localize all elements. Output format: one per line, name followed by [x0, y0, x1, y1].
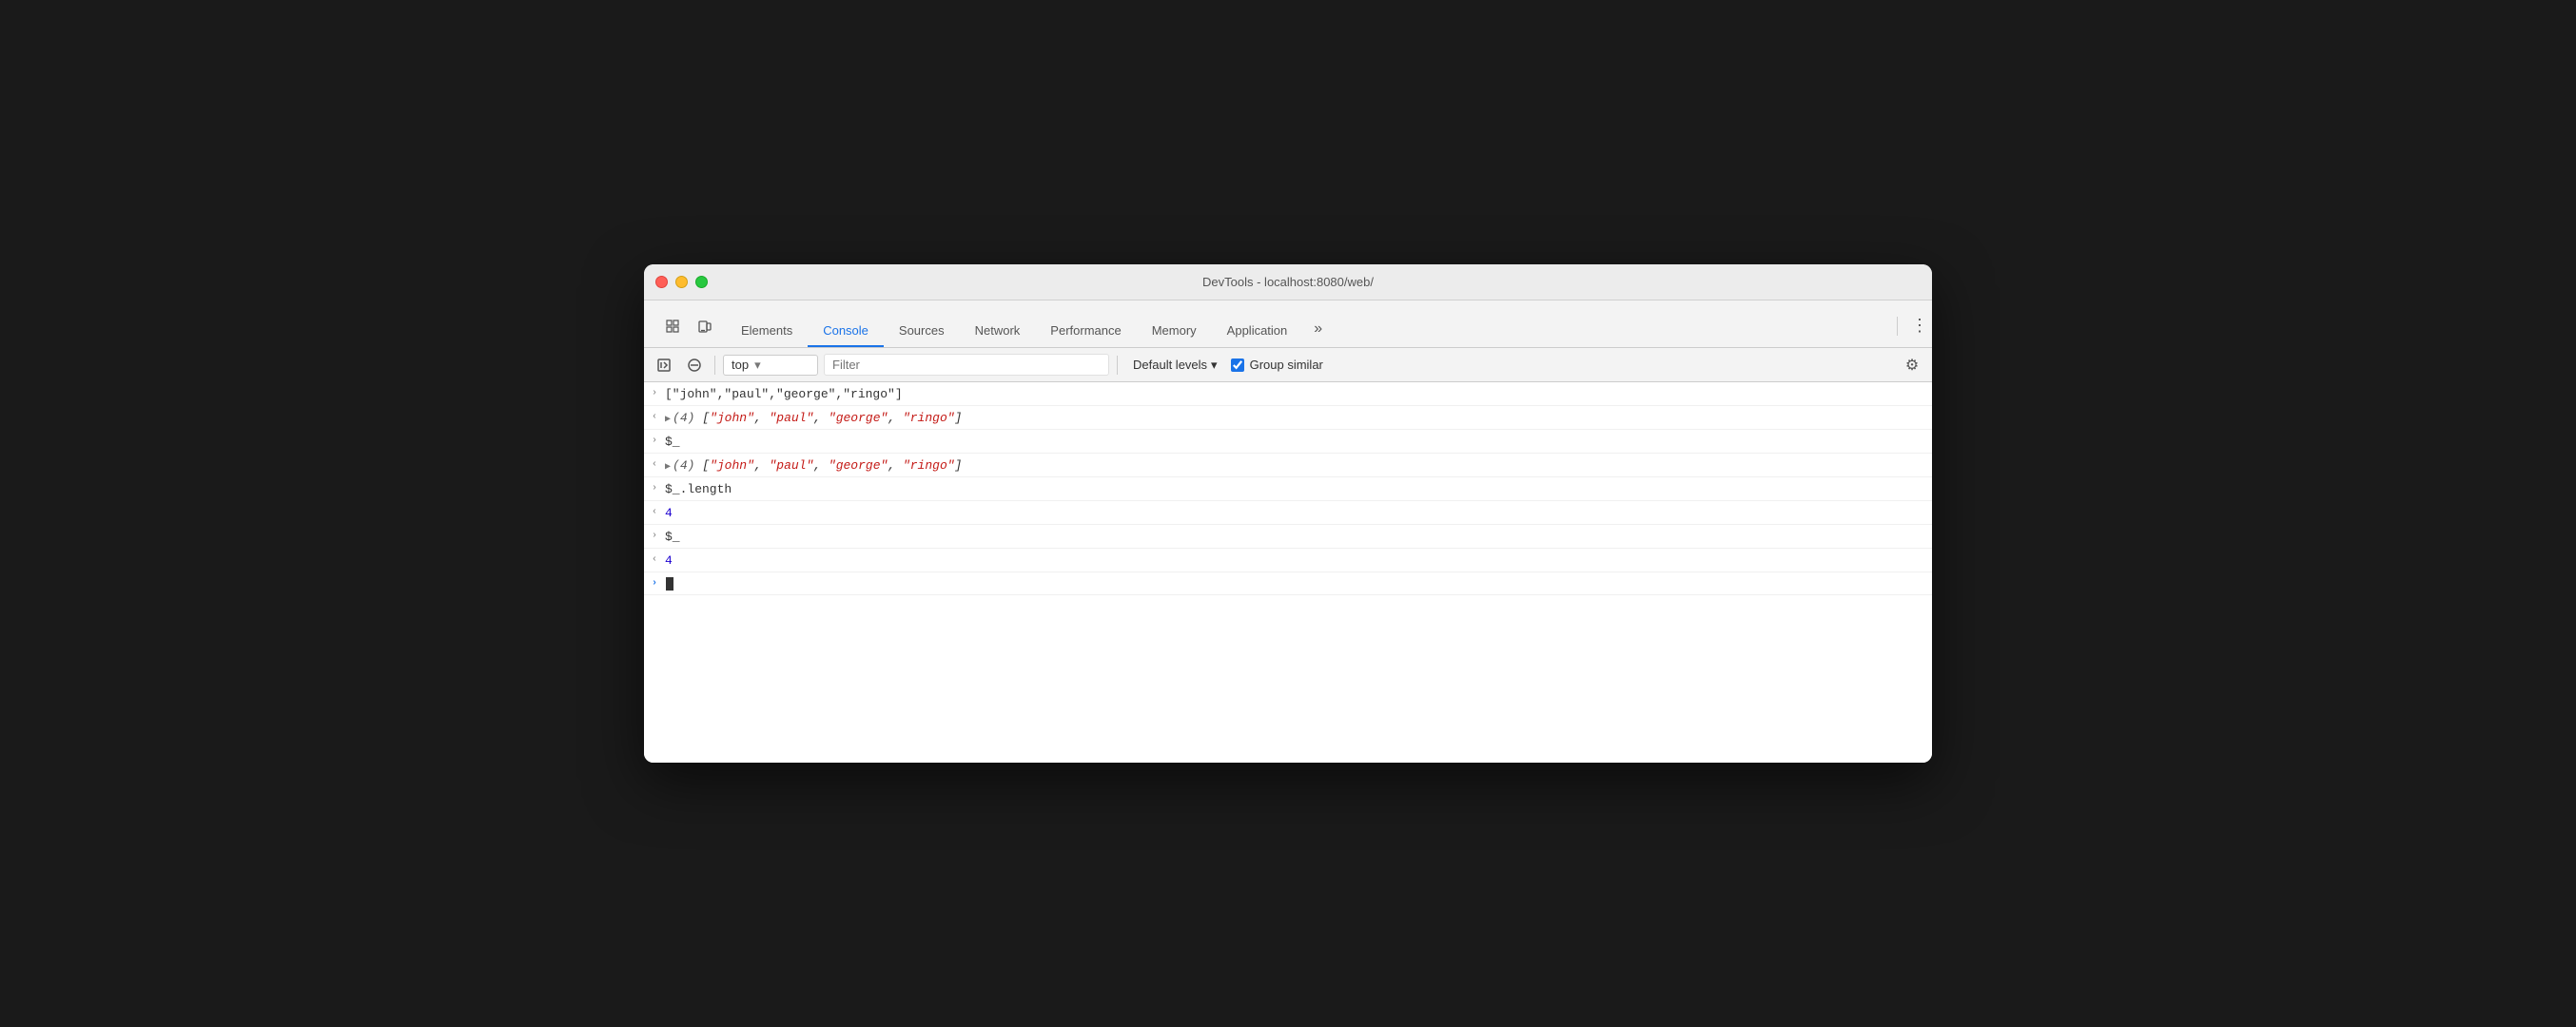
clear-button[interactable] — [682, 353, 707, 378]
array-item: "george" — [829, 411, 888, 425]
levels-label: Default levels — [1133, 358, 1207, 372]
output-arrow: ‹ — [644, 505, 665, 517]
console-row: › ["john","paul","george","ringo"] — [644, 382, 1932, 406]
console-row: ‹ ▶ (4) [ "john" , "paul" , "george" , "… — [644, 454, 1932, 477]
prompt-content — [665, 576, 1924, 591]
tab-performance[interactable]: Performance — [1035, 316, 1136, 347]
toolbar-divider-2 — [1117, 356, 1118, 375]
console-row: ‹ 4 — [644, 501, 1932, 525]
number-value: 4 — [665, 553, 673, 568]
tab-memory[interactable]: Memory — [1137, 316, 1212, 347]
context-dropdown-icon: ▾ — [754, 358, 761, 373]
row-content: $_ — [665, 529, 1924, 544]
comma: , — [813, 411, 829, 425]
titlebar: DevTools - localhost:8080/web/ — [644, 264, 1932, 300]
row-content: 4 — [665, 552, 1924, 568]
console-toolbar: top ▾ Default levels ▾ Group similar ⚙ — [644, 348, 1932, 382]
output-arrow: ‹ — [644, 552, 665, 565]
minimize-button[interactable] — [675, 276, 688, 288]
group-similar-text: Group similar — [1250, 358, 1323, 372]
array-item: "paul" — [769, 411, 813, 425]
array-item: "paul" — [769, 458, 813, 473]
comma: , — [888, 411, 903, 425]
tabs: Elements Console Sources Network Perform… — [726, 313, 1334, 347]
number-value: 4 — [665, 506, 673, 520]
group-similar-checkbox[interactable] — [1231, 358, 1244, 372]
code-text: ["john","paul","george","ringo"] — [665, 387, 903, 401]
console-row: › $_ — [644, 525, 1932, 549]
comma: , — [813, 458, 829, 473]
tab-more[interactable]: » — [1302, 313, 1334, 347]
comma: , — [754, 458, 770, 473]
levels-dropdown-icon: ▾ — [1211, 358, 1218, 373]
expand-triangle[interactable]: ▶ — [665, 461, 671, 473]
levels-button[interactable]: Default levels ▾ — [1125, 355, 1225, 376]
prompt-arrow: › — [644, 576, 665, 589]
console-prompt-row[interactable]: › — [644, 572, 1932, 595]
console-row: › $_.length — [644, 477, 1932, 501]
row-content: ["john","paul","george","ringo"] — [665, 386, 1924, 401]
tab-application[interactable]: Application — [1212, 316, 1303, 347]
cursor — [666, 577, 673, 591]
array-item: "john" — [710, 458, 754, 473]
row-content: ▶ (4) [ "john" , "paul" , "george" , "ri… — [665, 410, 1924, 425]
console-row: › $_ — [644, 430, 1932, 454]
toolbar-divider — [714, 356, 715, 375]
row-content: ▶ (4) [ "john" , "paul" , "george" , "ri… — [665, 457, 1924, 473]
code-text: $_.length — [665, 482, 732, 496]
console-row: ‹ 4 — [644, 549, 1932, 572]
devtools-settings-button[interactable]: ⋮ — [1907, 312, 1932, 339]
array-bracket-close: ] — [955, 411, 963, 425]
output-arrow: ‹ — [644, 457, 665, 470]
array-item: "ringo" — [903, 411, 955, 425]
device-icon[interactable] — [692, 313, 718, 339]
tab-elements[interactable]: Elements — [726, 316, 808, 347]
array-item: "ringo" — [903, 458, 955, 473]
devtools-window: DevTools - localhost:8080/web/ — [644, 264, 1932, 763]
tab-network[interactable]: Network — [960, 316, 1036, 347]
array-bracket-open: [ — [702, 458, 710, 473]
comma: , — [754, 411, 770, 425]
input-arrow: › — [644, 434, 665, 446]
settings-icon: ⚙ — [1905, 356, 1919, 375]
input-arrow: › — [644, 481, 665, 494]
console-row: ‹ ▶ (4) [ "john" , "paul" , "george" , "… — [644, 406, 1932, 430]
tabs-bar: Elements Console Sources Network Perform… — [644, 300, 1932, 348]
expand-triangle[interactable]: ▶ — [665, 414, 671, 425]
inspector-icon[interactable] — [659, 313, 686, 339]
traffic-lights — [655, 276, 708, 288]
array-bracket-open: [ — [702, 411, 710, 425]
array-count: (4) — [673, 458, 702, 473]
tab-console[interactable]: Console — [808, 316, 884, 347]
code-text: $_ — [665, 435, 680, 449]
execute-button[interactable] — [652, 353, 676, 378]
close-button[interactable] — [655, 276, 668, 288]
maximize-button[interactable] — [695, 276, 708, 288]
comma: , — [888, 458, 903, 473]
input-arrow: › — [644, 529, 665, 541]
array-item: "george" — [829, 458, 888, 473]
tab-sources[interactable]: Sources — [884, 316, 960, 347]
console-output: › ["john","paul","george","ringo"] ‹ ▶ (… — [644, 382, 1932, 763]
array-item: "john" — [710, 411, 754, 425]
row-content: $_ — [665, 434, 1924, 449]
output-arrow: ‹ — [644, 410, 665, 422]
group-similar-label[interactable]: Group similar — [1231, 358, 1323, 372]
window-title: DevTools - localhost:8080/web/ — [1202, 275, 1374, 289]
row-content: 4 — [665, 505, 1924, 520]
code-text: $_ — [665, 530, 680, 544]
console-settings-button[interactable]: ⚙ — [1900, 353, 1924, 378]
input-arrow: › — [644, 386, 665, 398]
row-content: $_.length — [665, 481, 1924, 496]
filter-input[interactable] — [824, 354, 1109, 376]
array-count: (4) — [673, 411, 702, 425]
tab-icon-area — [652, 313, 726, 347]
devtools-panel: Elements Console Sources Network Perform… — [644, 300, 1932, 763]
context-selector[interactable]: top ▾ — [723, 355, 818, 376]
context-value: top — [732, 358, 749, 372]
array-bracket-close: ] — [955, 458, 963, 473]
tabs-right: ⋮ — [1887, 312, 1932, 347]
